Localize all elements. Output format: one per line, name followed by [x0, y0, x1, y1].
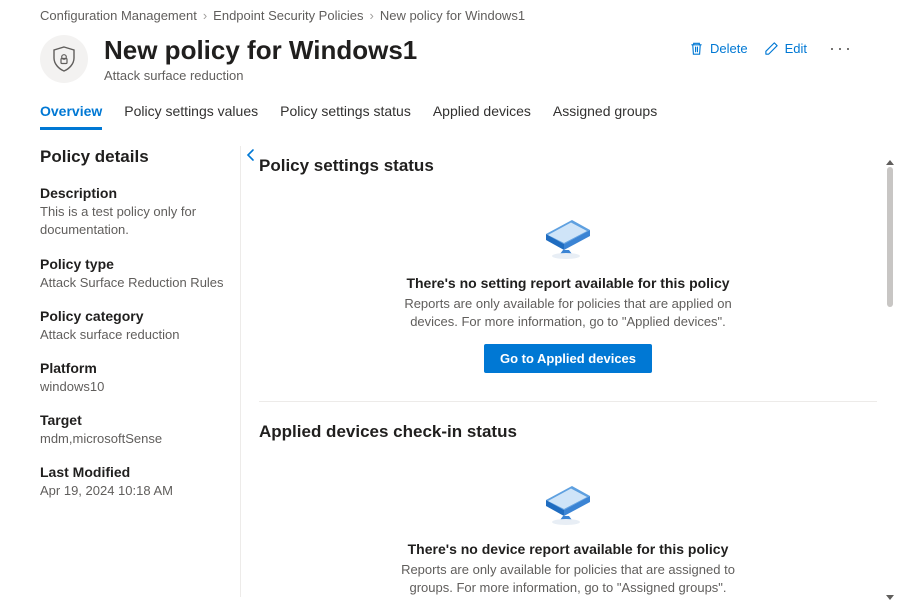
page-title: New policy for Windows1 — [104, 35, 689, 66]
detail-value: windows10 — [40, 378, 232, 396]
section-policy-settings-status: Policy settings status There's no settin… — [259, 146, 877, 401]
detail-label: Last Modified — [40, 464, 232, 480]
scroll-down-icon[interactable] — [886, 595, 894, 600]
tab-policy-settings-status[interactable]: Policy settings status — [280, 97, 411, 130]
sidebar-title: Policy details — [40, 147, 149, 167]
monitor-icon — [538, 204, 598, 260]
scroll-up-icon[interactable] — [886, 160, 894, 165]
detail-label: Target — [40, 412, 232, 428]
tab-assigned-groups[interactable]: Assigned groups — [553, 97, 657, 130]
detail-value: This is a test policy only for documenta… — [40, 203, 232, 239]
detail-platform: Platform windows10 — [40, 360, 232, 396]
monitor-icon — [538, 470, 598, 526]
detail-description: Description This is a test policy only f… — [40, 185, 232, 239]
chevron-right-icon: › — [203, 8, 207, 23]
policy-details-sidebar: Policy details Description This is a tes… — [0, 146, 240, 597]
detail-label: Description — [40, 185, 232, 201]
page-header: New policy for Windows1 Attack surface r… — [0, 29, 899, 97]
detail-label: Policy category — [40, 308, 232, 324]
policy-shield-icon — [40, 35, 88, 83]
empty-state-description: Reports are only available for policies … — [398, 295, 738, 331]
go-to-applied-devices-button[interactable]: Go to Applied devices — [484, 344, 652, 373]
tabs: Overview Policy settings values Policy s… — [0, 97, 899, 130]
edit-label: Edit — [785, 41, 807, 56]
chevron-right-icon: › — [369, 8, 373, 23]
detail-value: Attack Surface Reduction Rules — [40, 274, 232, 292]
tab-applied-devices[interactable]: Applied devices — [433, 97, 531, 130]
section-title: Policy settings status — [259, 156, 877, 176]
section-applied-devices-checkin: Applied devices check-in status There's … — [259, 412, 877, 598]
empty-state-title: There's no device report available for t… — [299, 541, 837, 557]
detail-value: mdm,microsoftSense — [40, 430, 232, 448]
breadcrumb-item-0[interactable]: Configuration Management — [40, 8, 197, 23]
detail-value: Apr 19, 2024 10:18 AM — [40, 482, 232, 500]
page-subtitle: Attack surface reduction — [104, 68, 689, 83]
edit-button[interactable]: Edit — [764, 41, 807, 56]
breadcrumb-item-2[interactable]: New policy for Windows1 — [380, 8, 525, 23]
detail-label: Policy type — [40, 256, 232, 272]
empty-state-title: There's no setting report available for … — [299, 275, 837, 291]
breadcrumb: Configuration Management › Endpoint Secu… — [0, 0, 899, 29]
delete-button[interactable]: Delete — [689, 41, 748, 56]
scroll-thumb[interactable] — [887, 167, 893, 307]
more-actions-button[interactable]: ··· — [823, 39, 859, 57]
detail-value: Attack surface reduction — [40, 326, 232, 344]
scrollbar[interactable] — [883, 160, 897, 600]
pencil-icon — [764, 41, 779, 56]
delete-label: Delete — [710, 41, 748, 56]
tab-policy-settings-values[interactable]: Policy settings values — [124, 97, 258, 130]
detail-target: Target mdm,microsoftSense — [40, 412, 232, 448]
detail-policy-category: Policy category Attack surface reduction — [40, 308, 232, 344]
empty-state-description: Reports are only available for policies … — [398, 561, 738, 597]
detail-last-modified: Last Modified Apr 19, 2024 10:18 AM — [40, 464, 232, 500]
detail-label: Platform — [40, 360, 232, 376]
breadcrumb-item-1[interactable]: Endpoint Security Policies — [213, 8, 363, 23]
main-content: Policy settings status There's no settin… — [240, 146, 899, 597]
section-title: Applied devices check-in status — [259, 422, 877, 442]
detail-policy-type: Policy type Attack Surface Reduction Rul… — [40, 256, 232, 292]
tab-overview[interactable]: Overview — [40, 97, 102, 130]
trash-icon — [689, 41, 704, 56]
